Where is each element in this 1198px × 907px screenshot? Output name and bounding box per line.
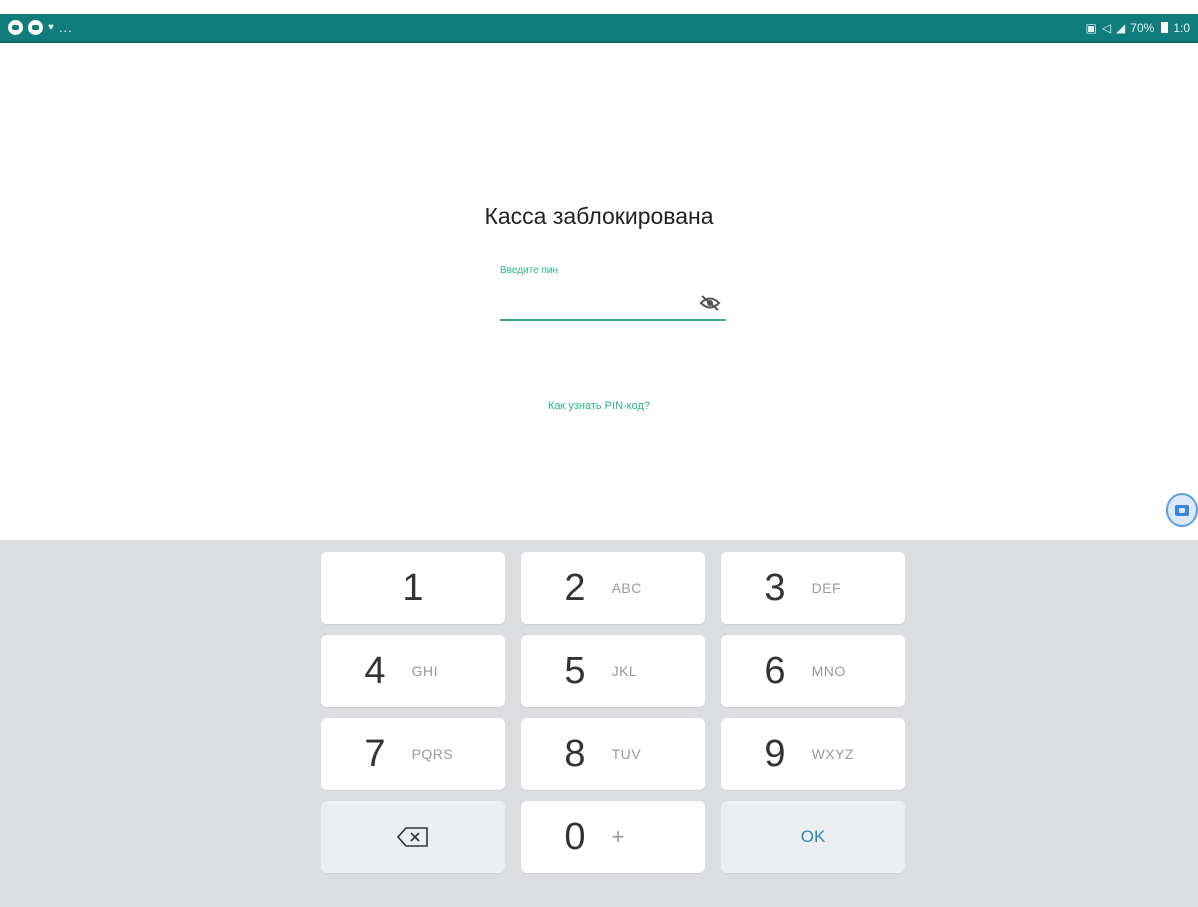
key-digit: 0 [564,815,586,858]
key-digit: 2 [564,566,586,609]
screen-recorder-icon[interactable] [1166,493,1198,527]
notification-app-icon [28,20,43,35]
key-9[interactable]: 9 WXYZ [721,718,905,790]
numeric-keypad: 1 2 ABC 3 DEF 4 GHI 5 JKL 6 MNO 7 PQRS 8… [0,540,1198,907]
key-8[interactable]: 8 TUV [521,718,705,790]
key-letters: JKL [611,663,638,679]
key-2[interactable]: 2 ABC [521,552,705,624]
ok-label: OK [800,827,826,846]
signal-icon: ◢ [1116,20,1126,35]
mute-icon: ◁ [1101,20,1112,35]
key-letters: GHI [411,663,438,679]
notification-app-icon [8,20,23,35]
key-digit: 3 [764,566,786,609]
key-letters: PQRS [411,746,454,762]
backspace-icon [397,827,429,847]
key-digit: 1 [402,566,424,609]
pin-field-label: Введите пин [500,265,558,276]
ok-button[interactable]: OK [721,801,905,873]
backspace-button[interactable] [321,801,505,873]
key-letters: ABC [611,580,642,596]
status-bar-left: ♥ ... [8,20,73,35]
key-6[interactable]: 6 MNO [721,635,905,707]
battery-icon [1161,22,1169,33]
lock-screen: Касса заблокирована Введите пин Как узна… [0,43,1198,540]
key-letters: + [611,824,625,849]
key-0[interactable]: 0 + [521,801,705,873]
key-3[interactable]: 3 DEF [721,552,905,624]
page-title: Касса заблокирована [484,203,714,229]
status-bar: ♥ ... ▣ ◁ ◢ 70% 1:0 [0,14,1198,43]
key-digit: 4 [364,649,386,692]
pin-input[interactable] [500,291,680,315]
key-digit: 9 [764,732,786,775]
key-4[interactable]: 4 GHI [321,635,505,707]
status-bar-right: ▣ ◁ ◢ 70% 1:0 [1085,21,1190,35]
key-digit: 7 [364,732,386,775]
more-notifications: ... [58,20,73,35]
key-letters: DEF [811,580,842,596]
key-letters: WXYZ [811,746,855,762]
pin-help-link[interactable]: Как узнать PIN-код? [0,400,1198,412]
key-5[interactable]: 5 JKL [521,635,705,707]
key-digit: 8 [564,732,586,775]
key-letters: TUV [611,746,642,762]
pin-field [500,283,726,321]
key-digit: 6 [764,649,786,692]
key-digit: 5 [564,649,586,692]
key-1[interactable]: 1 [321,552,505,624]
key-letters: MNO [811,663,846,679]
battery-percent: 70% [1130,20,1155,35]
visibility-off-icon[interactable] [698,291,722,315]
notification-heart-icon: ♥ [48,22,54,33]
clock: 1:0 [1173,20,1190,35]
key-7[interactable]: 7 PQRS [321,718,505,790]
screenshot-icon: ▣ [1085,20,1097,35]
